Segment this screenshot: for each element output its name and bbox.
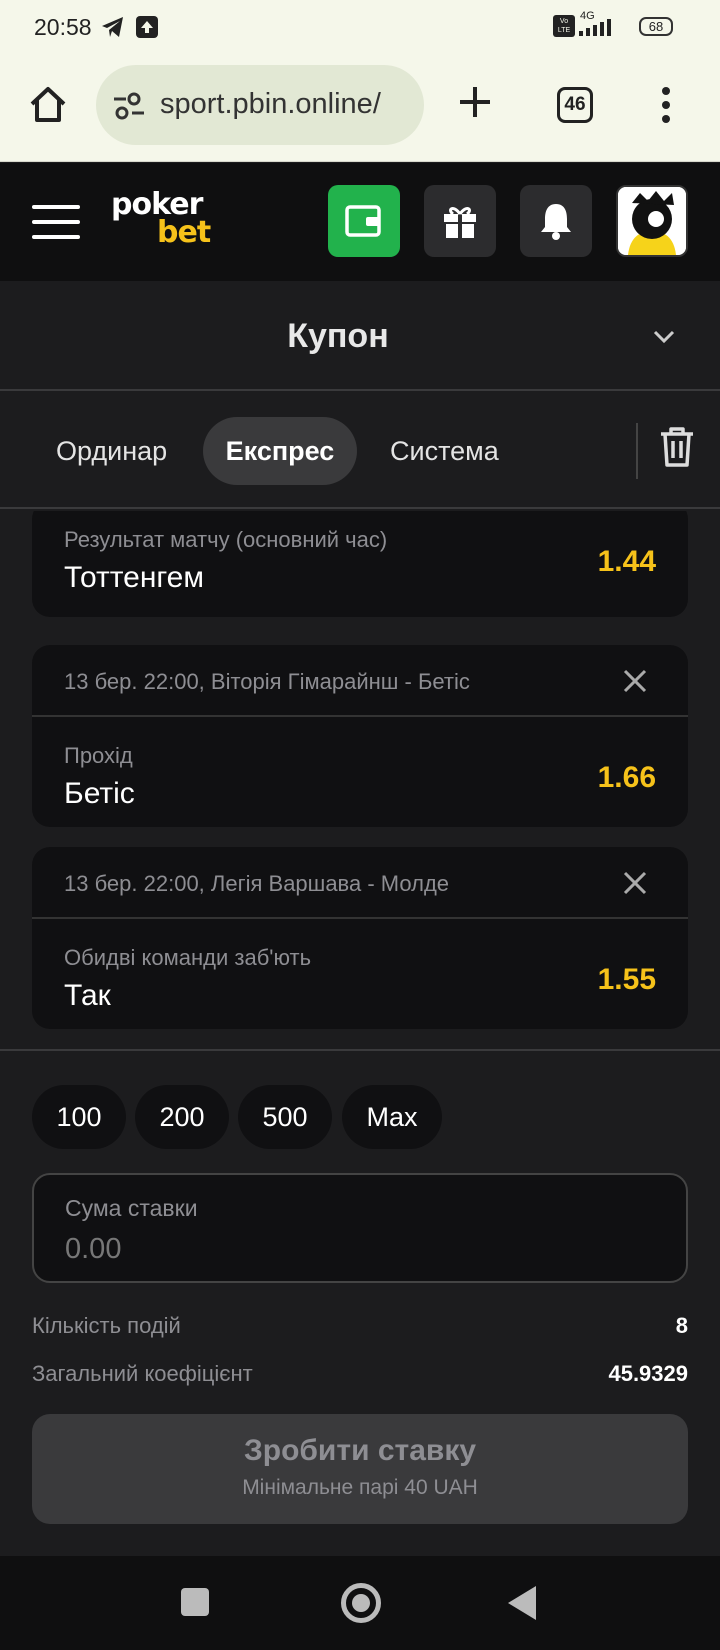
battery-icon: 68 — [639, 17, 673, 36]
more-vert-icon[interactable] — [660, 86, 672, 124]
stake-label: Сума ставки — [65, 1195, 198, 1221]
notifications-button[interactable] — [520, 185, 592, 257]
stake-field[interactable]: Сума ставки — [32, 1173, 688, 1283]
quick-stake-max[interactable]: Max — [342, 1085, 442, 1149]
new-tab-icon[interactable] — [457, 84, 493, 120]
volte-icon: Vo LTE — [553, 15, 575, 37]
tab-system[interactable]: Система — [368, 417, 521, 485]
events-count-row: Кількість подій 8 — [32, 1313, 688, 1339]
events-count-value: 8 — [675, 1313, 688, 1338]
site-settings-icon[interactable] — [112, 91, 146, 121]
selection-card: 13 бер. 22:00, Віторія Гімарайнш - Бетіс… — [32, 645, 688, 827]
outcome-label: Бетіс — [64, 777, 135, 810]
divider — [636, 423, 638, 479]
selection-card: Результат матчу (основний час) Тоттенгем… — [32, 511, 688, 617]
system-nav-bar — [0, 1556, 720, 1650]
place-bet-label: Зробити ставку — [243, 1434, 477, 1467]
event-info: 13 бер. 22:00, Віторія Гімарайнш - Бетіс — [64, 669, 470, 694]
min-bet-note: Мінімальне парі 40 UAH — [242, 1476, 478, 1499]
wallet-icon — [345, 205, 381, 237]
home-icon[interactable] — [28, 84, 68, 124]
url-text: sport.pbin.online/ — [160, 88, 381, 120]
odd-value[interactable]: 1.66 — [598, 761, 656, 795]
odd-value[interactable]: 1.44 — [598, 545, 656, 579]
quick-stake-500[interactable]: 500 — [238, 1085, 332, 1149]
trash-icon[interactable] — [657, 425, 697, 469]
home-button[interactable] — [341, 1583, 381, 1623]
wallet-button[interactable] — [328, 185, 400, 257]
address-bar[interactable]: sport.pbin.online/ — [96, 65, 424, 145]
recents-button[interactable] — [181, 1588, 209, 1616]
event-info: 13 бер. 22:00, Легія Варшава - Молде — [64, 871, 450, 896]
selections-list[interactable]: Результат матчу (основний час) Тоттенгем… — [0, 511, 720, 1051]
telegram-icon — [102, 17, 123, 37]
events-count-label: Кількість подій — [32, 1313, 181, 1338]
gift-icon — [444, 207, 476, 238]
total-odds-label: Загальний коефіцієнт — [32, 1361, 253, 1386]
total-odds-row: Загальний коефіцієнт 45.9329 — [32, 1361, 688, 1387]
odd-value[interactable]: 1.55 — [598, 963, 656, 997]
quick-stake-200[interactable]: 200 — [135, 1085, 229, 1149]
stake-panel: 100 200 500 Max Сума ставки Кількість по… — [0, 1053, 720, 1556]
bell-icon — [541, 204, 571, 240]
market-label: Обидві команди заб'ють — [64, 945, 312, 970]
app-header: poker bet — [0, 163, 720, 281]
browser-toolbar: sport.pbin.online/ 46 — [0, 54, 720, 162]
selection-card: 13 бер. 22:00, Легія Варшава - Молде Оби… — [32, 847, 688, 1029]
close-icon[interactable] — [622, 870, 648, 896]
close-icon[interactable] — [622, 668, 648, 694]
chevron-down-icon[interactable] — [652, 329, 676, 345]
menu-button[interactable] — [32, 205, 80, 239]
tab-ordinar[interactable]: Ординар — [32, 417, 191, 485]
tab-express[interactable]: Експрес — [203, 417, 357, 485]
total-odds-value: 45.9329 — [608, 1361, 688, 1386]
status-bar: 20:58 Vo LTE 4G 68 — [0, 0, 720, 54]
signal-icon — [579, 19, 611, 36]
quick-stake-100[interactable]: 100 — [32, 1085, 126, 1149]
back-button[interactable] — [508, 1586, 536, 1620]
outcome-label: Так — [64, 979, 111, 1012]
stake-input[interactable] — [65, 1229, 655, 1269]
avatar[interactable] — [616, 185, 688, 257]
tab-switcher-button[interactable]: 46 — [557, 87, 593, 123]
gift-button[interactable] — [424, 185, 496, 257]
pokerbet-logo[interactable]: poker bet — [111, 190, 211, 248]
upload-notification-icon — [136, 16, 158, 38]
market-label: Прохід — [64, 743, 133, 768]
outcome-label: Тоттенгем — [64, 561, 204, 594]
status-time: 20:58 — [34, 14, 92, 40]
coupon-title: Купон — [287, 317, 389, 355]
coupon-header[interactable]: Купон — [0, 281, 720, 391]
place-bet-button[interactable]: Зробити ставку Мінімальне парі 40 UAH — [32, 1414, 688, 1524]
bet-type-tabs: Ординар Експрес Система — [0, 393, 720, 509]
market-label: Результат матчу (основний час) — [64, 527, 388, 552]
